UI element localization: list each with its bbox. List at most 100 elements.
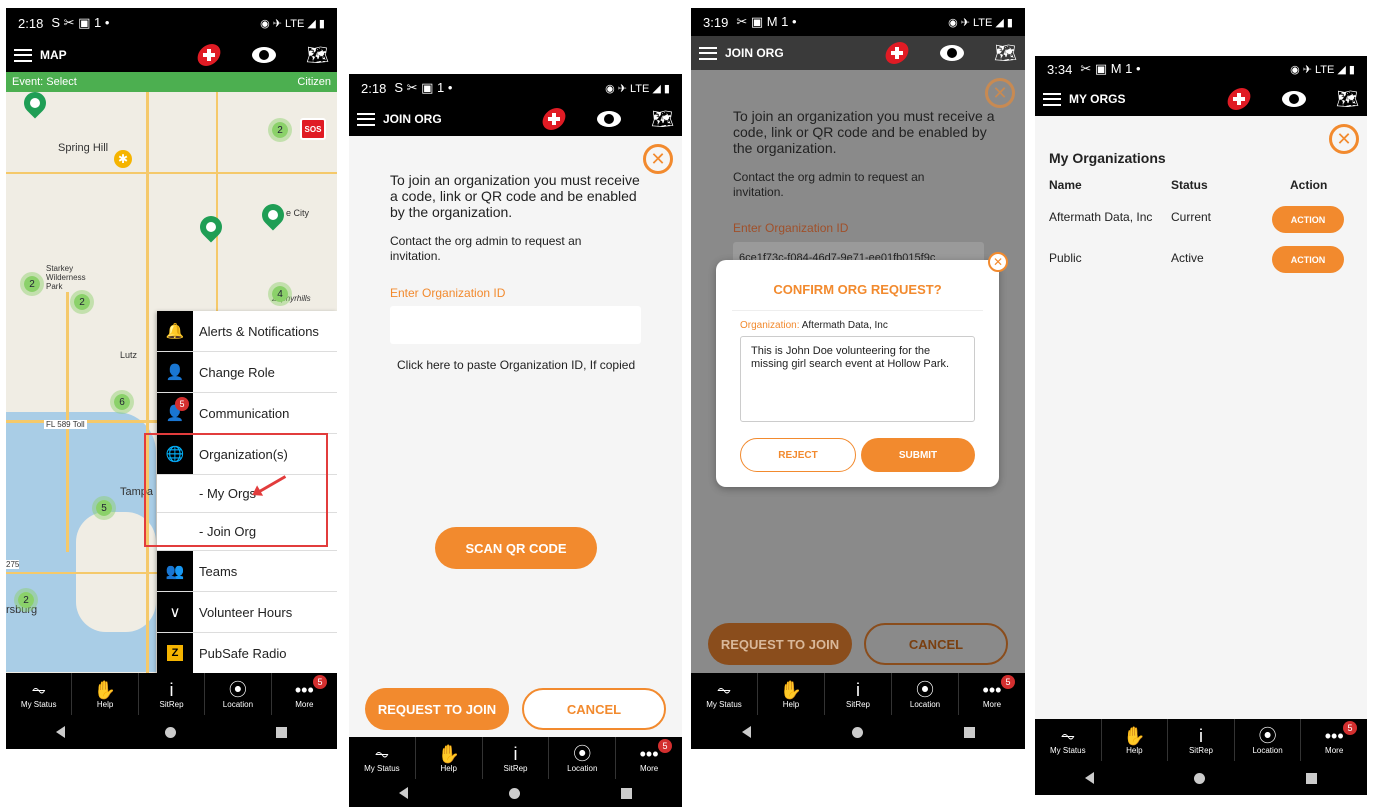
page-title: JOIN ORG [725,46,784,60]
tab-location[interactable]: ⦿ Location [549,737,617,779]
tab-location[interactable]: ⦿ Location [1235,719,1302,761]
map-icon[interactable]: 🗺 [994,43,1017,64]
paste-org-id-link[interactable]: Click here to paste Organization ID, If … [397,358,637,373]
menu-button[interactable]: JOIN ORG [699,46,784,60]
map-cluster[interactable]: 2 [70,290,94,314]
tab-help[interactable]: ✋ Help [416,737,483,779]
hamburger-icon [1043,92,1061,106]
tab-sitrep[interactable]: i SitRep [1168,719,1235,761]
scan-qr-button[interactable]: SCAN QR CODE [435,527,597,569]
menu-item-communication[interactable]: 👤 5 Communication [157,393,337,434]
back-icon[interactable] [741,726,751,738]
tab-sitrep[interactable]: i SitRep [825,673,892,715]
eye-icon[interactable] [1282,91,1307,107]
column-header-status: Status [1171,178,1208,192]
menu-item-label: Change Role [199,364,275,380]
close-icon[interactable]: ✕ [985,78,1015,108]
event-bar[interactable]: Event: Select Citizen [6,72,337,92]
tab-more[interactable]: ••• More 5 [616,737,682,779]
eye-icon[interactable] [252,47,277,63]
map-cluster[interactable]: 4 [268,282,292,306]
request-message-textarea[interactable]: This is John Doe volunteering for the mi… [740,336,975,422]
tab-location[interactable]: ⦿ Location [205,673,272,715]
action-button[interactable]: ACTION [1272,246,1344,273]
submit-button[interactable]: SUBMIT [861,438,975,472]
map-pin-icon[interactable] [195,211,227,243]
back-icon[interactable] [399,787,409,799]
map-pin-icon[interactable] [19,92,51,119]
request-to-join-button[interactable]: REQUEST TO JOIN [365,688,509,730]
close-icon[interactable]: ✕ [988,252,1008,272]
menu-button[interactable]: MY ORGS [1043,92,1125,106]
recents-icon[interactable] [276,726,287,738]
tab-sitrep[interactable]: i SitRep [483,737,550,779]
action-button[interactable]: ACTION [1272,206,1344,233]
cancel-button[interactable]: CANCEL [864,623,1008,665]
home-icon[interactable] [165,726,176,738]
back-icon[interactable] [56,726,65,738]
tab-my-status[interactable]: ⏦ My Status [6,673,73,715]
reject-button[interactable]: REJECT [740,438,856,472]
map-cluster[interactable]: 5 [92,496,116,520]
map-cluster[interactable]: 2 [20,272,44,296]
tab-more[interactable]: ••• More 5 [272,673,337,715]
pulse-icon: ⏦ [374,743,390,764]
menu-item-teams[interactable]: 👥 Teams [157,551,337,592]
close-icon[interactable]: ✕ [643,144,673,174]
close-icon[interactable]: ✕ [1329,124,1359,154]
tab-help[interactable]: ✋ Help [72,673,139,715]
menu-item-alerts[interactable]: 🔔 Alerts & Notifications [157,311,337,352]
menu-item-label: Communication [199,405,290,421]
tab-label: Help [440,763,457,773]
map-label-lutz: Lutz [120,350,138,360]
map-icon[interactable]: 🗺 [651,109,674,130]
map-icon[interactable]: 🗺 [306,45,329,66]
recents-icon[interactable] [620,787,632,799]
status-system-icons: ◉ ✈ LTE ◢ ▮ [260,17,325,30]
menu-item-label: Teams [199,563,238,579]
map-cluster[interactable]: 2 [268,118,292,142]
map-cluster[interactable]: 2 [14,588,38,612]
system-nav [1035,761,1367,795]
menu-item-pubsafe-radio[interactable]: Z PubSafe Radio [157,633,337,673]
recents-icon[interactable] [1305,772,1317,784]
request-to-join-button[interactable]: REQUEST TO JOIN [708,623,852,665]
eye-icon[interactable] [597,111,622,127]
event-select[interactable]: Event: Select [12,76,77,88]
menu-button[interactable]: MAP [14,48,67,62]
sos-button[interactable]: SOS [300,118,326,140]
org-id-label: Enter Organization ID [390,286,506,300]
tab-my-status[interactable]: ⏦ My Status [1035,719,1102,761]
contact-text: Contact the org admin to request an invi… [390,234,582,263]
app-logo-icon [883,40,912,66]
tab-more[interactable]: ••• More 5 [959,673,1025,715]
menu-item-volunteer-hours[interactable]: ∨ Volunteer Hours [157,592,337,633]
map-icon[interactable]: 🗺 [1336,89,1359,110]
screen-confirm-request: 3:19 ✂ ▣ M 1 • ◉ ✈ LTE ◢ ▮ JOIN ORG 🗺 ✕ T… [691,8,1025,749]
org-id-input[interactable] [390,306,641,344]
status-icons: S ✂ ▣ 1 • [394,80,453,95]
tab-my-status[interactable]: ⏦ My Status [691,673,758,715]
tab-more[interactable]: ••• More 5 [1301,719,1367,761]
home-icon[interactable] [851,726,863,738]
map-cluster[interactable]: 6 [110,390,134,414]
incident-icon[interactable]: ✱ [114,150,132,168]
tab-help[interactable]: ✋ Help [1102,719,1169,761]
cancel-button[interactable]: CANCEL [522,688,666,730]
menu-button[interactable]: JOIN ORG [357,112,442,126]
more-icon: ••• [294,679,314,700]
eye-icon[interactable] [940,45,965,61]
home-icon[interactable] [1194,772,1206,784]
tab-sitrep[interactable]: i SitRep [139,673,206,715]
app-logo-icon [195,42,224,68]
tab-help[interactable]: ✋ Help [758,673,825,715]
location-icon: ⦿ [916,679,934,700]
tab-label: More [639,763,659,773]
recents-icon[interactable] [963,726,975,738]
back-icon[interactable] [1085,772,1095,784]
menu-item-change-role[interactable]: 👤 Change Role [157,352,337,393]
tab-my-status[interactable]: ⏦ My Status [349,737,416,779]
map-pin-icon[interactable] [257,199,289,231]
home-icon[interactable] [508,787,520,799]
tab-location[interactable]: ⦿ Location [892,673,959,715]
